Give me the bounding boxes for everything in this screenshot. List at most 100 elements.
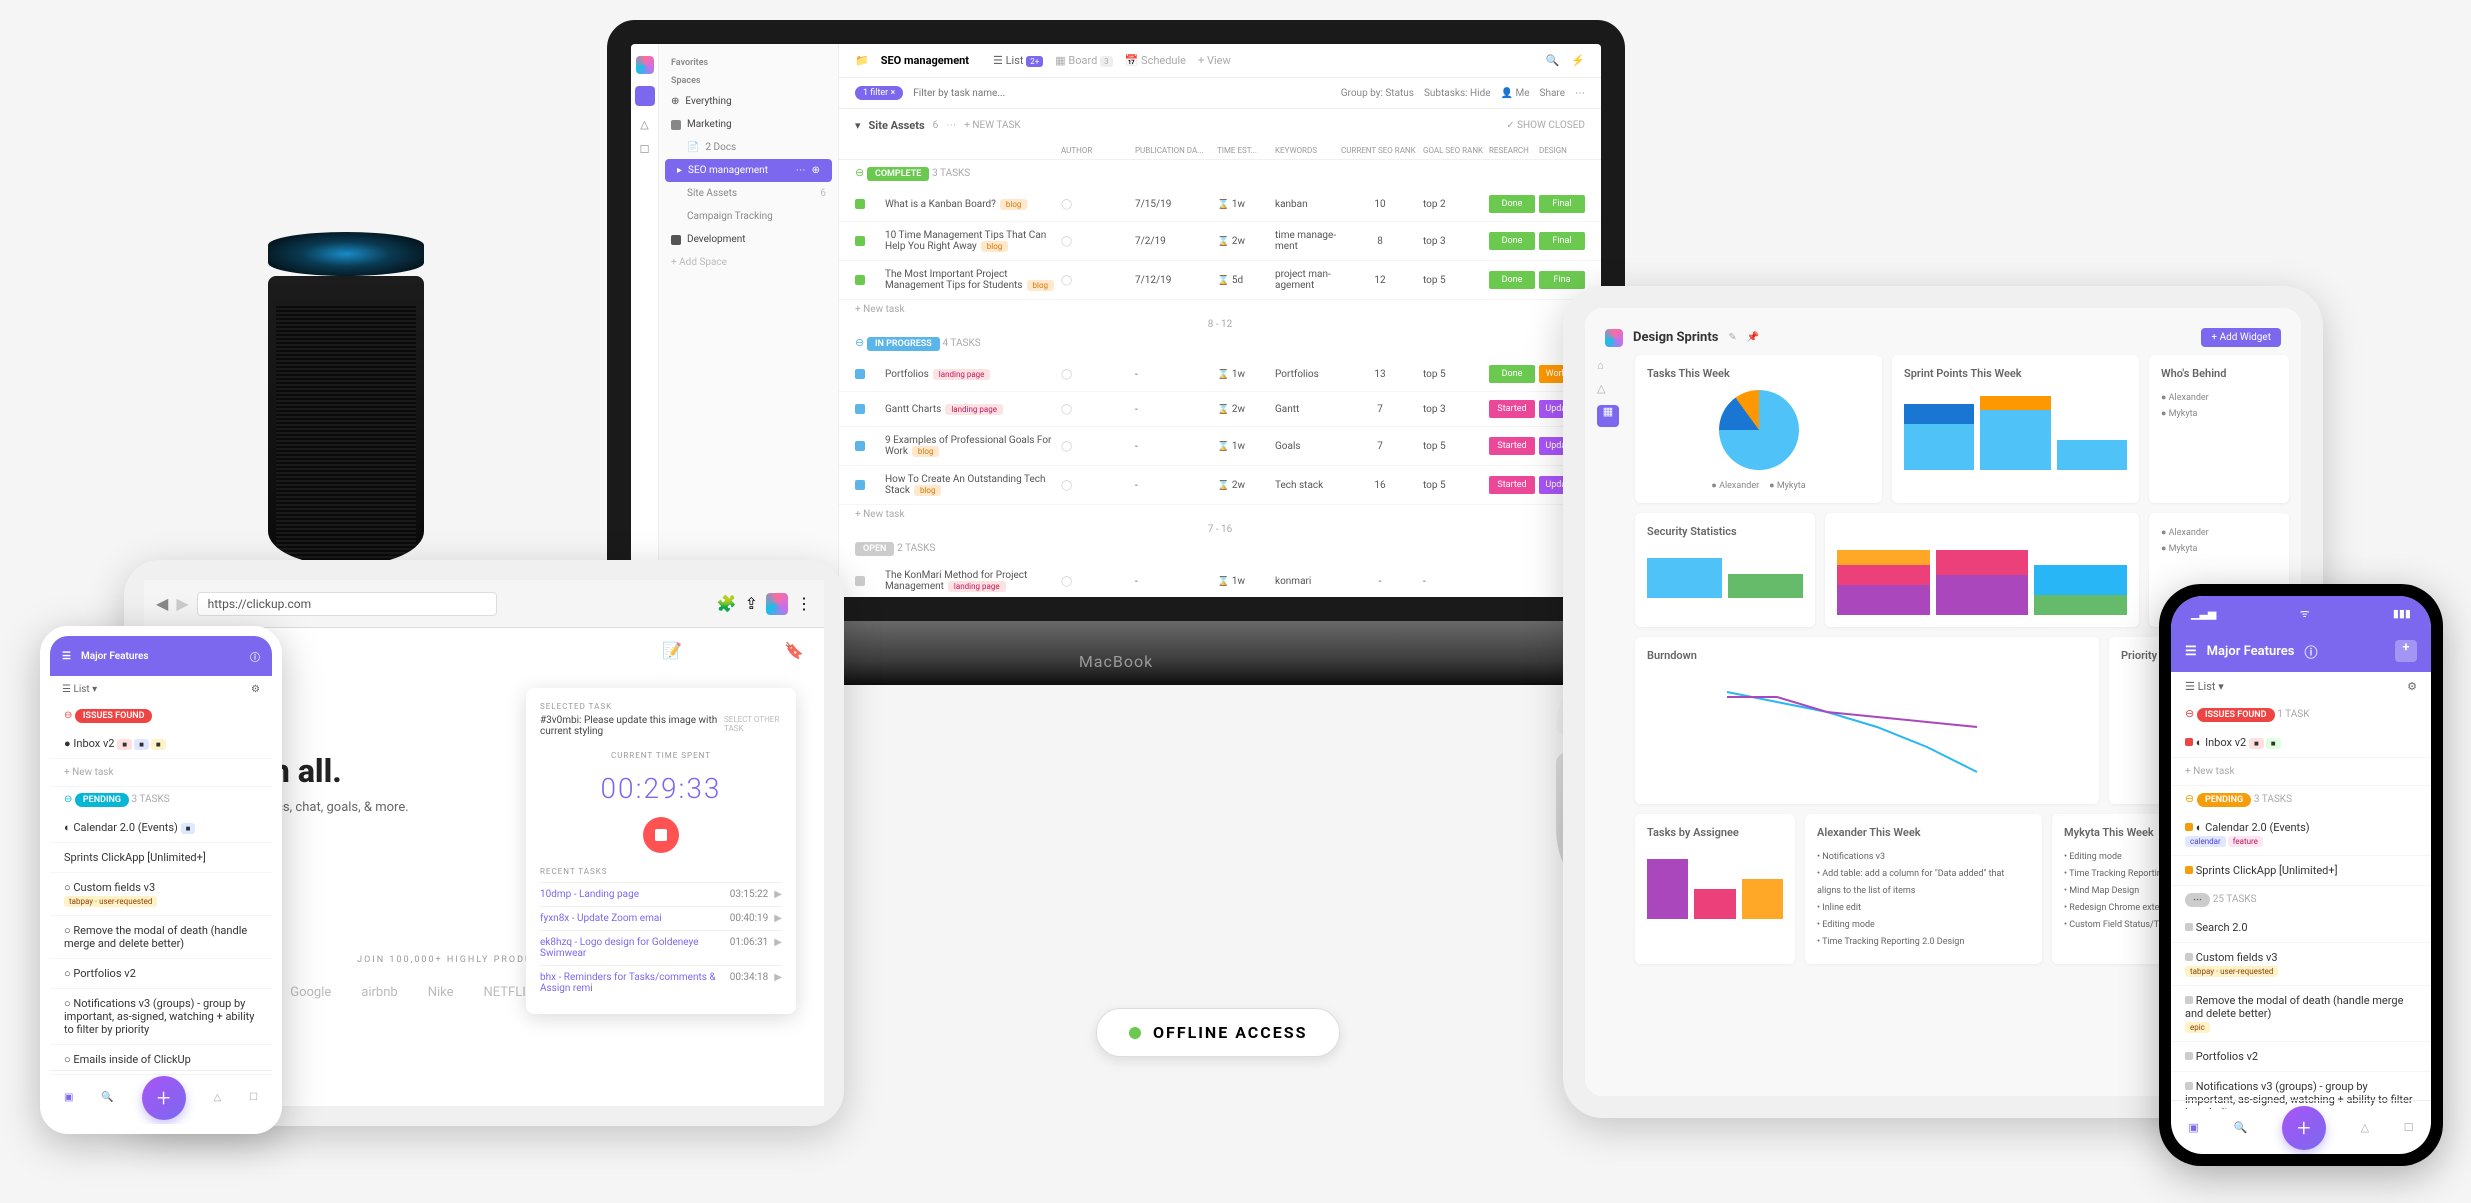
date-cell[interactable]: 7/15/19 xyxy=(1135,199,1213,210)
est-cell[interactable]: ⌛ 1w xyxy=(1217,576,1271,587)
status-square-icon[interactable] xyxy=(855,576,865,586)
goal-rank-cell[interactable]: - xyxy=(1423,576,1485,587)
recent-task-row[interactable]: bhx - Reminders for Tasks/comments & Ass… xyxy=(540,965,782,1000)
play-icon[interactable]: ▶ xyxy=(774,972,782,994)
goal-rank-cell[interactable]: top 2 xyxy=(1423,199,1485,210)
dashboard-icon[interactable]: ▦ xyxy=(1597,405,1619,427)
goal-rank-cell[interactable]: top 5 xyxy=(1423,369,1485,380)
search-icon[interactable]: 🔍 xyxy=(101,1092,113,1103)
task-row[interactable]: Portfolios v2 xyxy=(2171,1042,2431,1072)
fab-add-button[interactable]: + xyxy=(142,1076,186,1120)
search-icon[interactable]: 🔍 xyxy=(1546,54,1560,67)
status-square-icon[interactable] xyxy=(855,369,865,379)
new-task-button[interactable]: + New task xyxy=(50,759,272,787)
inbox-icon[interactable]: ☐ xyxy=(640,143,650,156)
est-cell[interactable]: ⌛ 1w xyxy=(1217,369,1271,380)
goal-rank-cell[interactable]: top 3 xyxy=(1423,236,1485,247)
bookmark-icon[interactable]: 🔖 xyxy=(784,641,804,661)
bell-icon[interactable]: △ xyxy=(640,118,648,131)
share-button[interactable]: Share xyxy=(1540,88,1565,99)
task-row[interactable]: Search 2.0 xyxy=(2171,913,2431,943)
status-group-complete[interactable]: ⊖ COMPLETE 3 TASKS xyxy=(839,160,1601,187)
add-view-button[interactable]: + View xyxy=(1198,54,1231,67)
task-row[interactable]: ○ Remove the modal of death (handle merg… xyxy=(50,916,272,959)
task-row[interactable]: Sprints ClickApp [Unlimited+] xyxy=(50,843,272,873)
collapse-circle-icon[interactable]: ⊖ xyxy=(855,336,864,349)
view-dropdown[interactable]: ☰ List ▾ xyxy=(62,684,97,695)
url-bar[interactable]: https://clickup.com xyxy=(197,592,497,616)
status-group-progress[interactable]: ⊖ IN PROGRESS 4 TASKS xyxy=(839,330,1601,357)
add-widget-button[interactable]: + Add Widget xyxy=(2201,328,2281,347)
view-dropdown[interactable]: ☰ List ▾ xyxy=(2185,680,2224,693)
settings-icon[interactable]: ⚙ xyxy=(634,641,648,661)
date-cell[interactable]: 7/2/19 xyxy=(1135,236,1213,247)
task-row[interactable]: The Most Important Project Management Ti… xyxy=(839,261,1601,300)
view-tab-schedule[interactable]: 📅 Schedule xyxy=(1125,54,1186,67)
selected-task[interactable]: #3v0mbi: Please update this image with c… xyxy=(540,715,724,737)
status-square-icon[interactable] xyxy=(855,404,865,414)
col-header[interactable]: DESIGN xyxy=(1539,146,1585,155)
more-icon[interactable]: ⋮ xyxy=(796,594,812,613)
more-icon[interactable]: ⋯ xyxy=(796,165,806,176)
status-square-icon[interactable] xyxy=(855,236,865,246)
show-closed-toggle[interactable]: ✓ SHOW CLOSED xyxy=(1506,120,1585,131)
menu-icon[interactable]: ☰ xyxy=(62,651,71,662)
est-cell[interactable]: ⌛ 1w xyxy=(1217,199,1271,210)
view-tab-board[interactable]: ▦ Board 3 xyxy=(1055,54,1112,67)
home-icon[interactable]: ⌂ xyxy=(1597,359,1625,372)
est-cell[interactable]: ⌛ 5d xyxy=(1217,275,1271,286)
info-icon[interactable]: ⓘ xyxy=(250,649,260,664)
info-icon[interactable]: ⓘ xyxy=(2304,642,2317,661)
sidebar-item-seo[interactable]: ▸SEO management⋯⊕ xyxy=(665,159,832,182)
sliders-icon[interactable]: ⚙ xyxy=(2407,680,2417,693)
add-icon[interactable]: + xyxy=(2395,640,2417,662)
est-cell[interactable]: ⌛ 2w xyxy=(1217,480,1271,491)
current-rank-cell[interactable]: 7 xyxy=(1341,441,1419,452)
sidebar-item-everything[interactable]: ⊕Everything xyxy=(659,90,838,113)
filter-count-pill[interactable]: 1 filter × xyxy=(855,86,903,100)
sidebar-item-docs[interactable]: 📄2 Docs xyxy=(659,136,838,159)
collapse-circle-icon[interactable]: ⊖ xyxy=(855,166,864,179)
home-icon[interactable]: ▣ xyxy=(64,1092,73,1103)
menu-icon[interactable]: ☰ xyxy=(2185,644,2197,659)
list-item[interactable]: • Notifications v3 xyxy=(1817,849,2030,866)
more-icon[interactable]: ⋯ xyxy=(1575,88,1585,99)
task-scroll[interactable]: ⊖ ISSUES FOUND 1 TASK ◐ Inbox v2 ■■ + Ne… xyxy=(2171,701,2431,1109)
current-rank-cell[interactable]: 10 xyxy=(1341,199,1419,210)
recent-task-row[interactable]: ek8hzq - Logo design for Goldeneye Swimw… xyxy=(540,930,782,965)
current-rank-cell[interactable]: 7 xyxy=(1341,404,1419,415)
status-square-icon[interactable] xyxy=(855,441,865,451)
current-rank-cell[interactable]: 12 xyxy=(1341,275,1419,286)
me-mode-toggle[interactable]: 👤 Me xyxy=(1501,88,1530,99)
inbox-icon[interactable]: ☐ xyxy=(249,1092,258,1103)
widget-tasks-assignee[interactable]: Tasks by Assignee xyxy=(1635,814,1795,964)
share-icon[interactable]: ⇪ xyxy=(745,594,758,613)
home-icon[interactable]: ▣ xyxy=(2188,1121,2198,1134)
author-cell[interactable]: ◯ xyxy=(1061,199,1131,210)
inbox-icon[interactable]: ☐ xyxy=(2404,1121,2414,1134)
widget-alexander-week[interactable]: Alexander This Week • Notifications v3• … xyxy=(1805,814,2042,964)
col-header[interactable]: AUTHOR xyxy=(1061,146,1131,155)
task-row[interactable]: The KonMari Method for Project Managemen… xyxy=(839,562,1601,601)
bell-icon[interactable]: △ xyxy=(1597,382,1625,395)
widget-tasks-week[interactable]: Tasks This Week ● Alexander ● Mykyta xyxy=(1635,355,1882,503)
widget-stacked[interactable] xyxy=(1825,513,2139,627)
task-row[interactable]: ◐ Calendar 2.0 (Events)calendarfeature xyxy=(2171,813,2431,856)
bolt-icon[interactable]: ⚡ xyxy=(1571,54,1585,67)
play-icon[interactable]: ▶ xyxy=(774,937,782,959)
sliders-icon[interactable]: ⚙ xyxy=(251,684,260,695)
forward-icon[interactable]: ▶ xyxy=(176,594,188,613)
current-rank-cell[interactable]: - xyxy=(1341,576,1419,587)
new-task-button[interactable]: + New task xyxy=(839,505,1601,524)
status-square-icon[interactable] xyxy=(855,199,865,209)
task-row[interactable]: ○ Notifications v3 (groups) - group by i… xyxy=(50,989,272,1045)
keywords-cell[interactable]: Goals xyxy=(1275,441,1337,452)
widget-sprint-points[interactable]: Sprint Points This Week xyxy=(1892,355,2139,503)
task-row[interactable]: Remove the modal of death (handle merge … xyxy=(2171,986,2431,1042)
sidebar-item-marketing[interactable]: Marketing xyxy=(659,113,838,136)
email-icon[interactable]: ✉ xyxy=(696,641,709,661)
col-header[interactable]: TIME EST... xyxy=(1217,146,1271,155)
sidebar-item-campaign[interactable]: Campaign Tracking xyxy=(659,205,838,228)
est-cell[interactable]: ⌛ 1w xyxy=(1217,441,1271,452)
keywords-cell[interactable]: project man-agement xyxy=(1275,269,1337,291)
